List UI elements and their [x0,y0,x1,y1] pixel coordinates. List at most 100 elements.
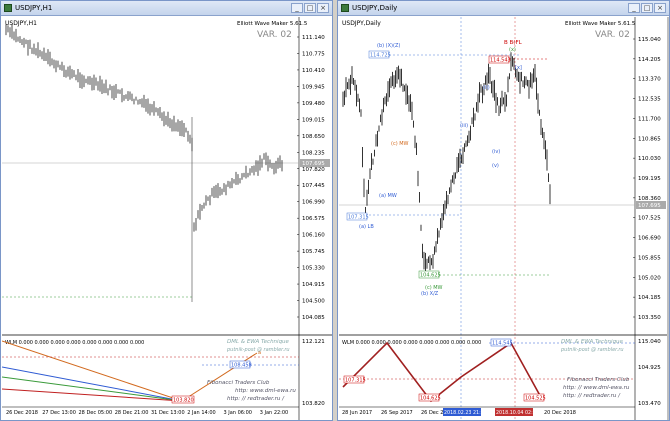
sub-value-2: 103.820 [173,398,194,404]
date-tick-label: 2 Jan 14:00 [187,410,215,416]
price-tick-label: 110.775 [302,51,325,57]
wave-line [2,388,183,402]
sub-label: WLM 0.000 0.000 0.000 0.000 0.000 0.000 … [342,340,481,346]
price-tick-label: 105.330 [302,266,325,272]
wave-line [2,366,183,402]
date-tick-label: 26 Dec 2018 [6,410,38,416]
price-tick-label: 104.500 [302,299,325,305]
date-tick-label: 3 Jan 06:00 [224,410,252,416]
price-tick-label: 104.085 [302,315,325,321]
price-tick-label: 110.030 [638,156,661,162]
sub-price-top: 112.121 [302,339,325,345]
sub-value-4: 104.525 [525,396,546,402]
price-tick-label: 111.700 [638,116,661,122]
price-tick-label: 110.865 [638,136,661,142]
candles [342,52,551,275]
price-tick-label: 106.690 [638,236,661,242]
maximize-button[interactable]: □ [304,3,316,13]
price-tick-label: 111.140 [302,35,325,41]
level-value-1: 114.725 [370,53,391,59]
current-price-value: 107.695 [302,161,325,167]
credit-1: DML & EWA Technique [561,339,624,345]
price-tick-label: 113.370 [638,77,661,83]
wave-label-b-xz-2: (b) X/Z [421,291,439,297]
wave-label-b-xz: (b) (X)(Z) [377,43,400,49]
price-tick-label: 108.650 [302,134,325,140]
sub-value-2: 107.315 [345,378,366,384]
price-tick-label: 115.040 [638,37,661,43]
minimize-button[interactable]: _ [291,3,303,13]
title-bar[interactable]: USDJPY,H1 _ □ × [1,1,332,16]
price-axis: 115.040 114.205 113.370 112.535 111.700 110.8… [633,37,661,321]
date-highlight-1-text: 2018.02.23 21:00 [444,410,487,416]
wave-label-iii: (iii) [460,123,468,129]
sub-value-1: 108.458 [231,363,252,369]
credit-4: http: // www.dml-ewa.ru [563,385,630,391]
scrollbar[interactable] [667,17,669,420]
chart-icon [4,4,12,12]
chart-symbol-label: USDJPY,Daily [342,20,381,27]
sub-label: WLM 0.000 0.000 0.000 0.000 0.000 0.000 … [5,340,144,346]
wave-line [2,376,183,402]
date-tick-label: 28 Dec 05:00 [79,410,113,416]
date-tick-label: 3 Jan 22:00 [260,410,288,416]
price-tick-label: 108.235 [302,150,325,156]
wave-label-iv: (iv) [492,149,500,155]
price-tick-label: 106.575 [302,216,325,222]
date-tick-label: 27 Dec 13:00 [42,410,76,416]
sub-price-mid: 104.925 [638,365,661,371]
price-tick-label: 105.745 [302,249,325,255]
version-label: VAR. 02 [595,30,630,40]
credit-3: Fibonacci Traders Club [207,380,270,386]
date-tick-label: 28 Jun 2017 [342,410,372,416]
price-chart[interactable]: USDJPY,Daily Elliott Wave Maker 5.61.5 V… [339,17,669,420]
credit-5: http: // redtrader.ru / [227,396,285,402]
indicator-name: Elliott Wave Maker 5.61.5 [565,21,636,27]
date-highlight-2-text: 2018.10.04 02:00 [496,410,539,416]
date-axis: 26 Dec 2018 27 Dec 13:00 28 Dec 05:00 28 De… [6,410,288,416]
close-button[interactable]: × [654,3,666,13]
price-tick-label: 107.820 [302,167,325,173]
price-tick-label: 105.855 [638,255,661,261]
level-value-2: 107.315 [348,215,369,221]
credit-2: putnik-post @ rambler.ru [226,347,290,353]
price-tick-label: 107.445 [302,183,325,189]
price-tick-label: 112.535 [638,97,661,103]
wave-label-x: (x) [509,47,516,53]
chart-window-h1[interactable]: USDJPY,H1 _ □ × USDJPY,H1 Elliott Wave M… [0,0,333,421]
credit-5: http: // redtrader.ru / [563,393,621,399]
wave-label-c-mw-2: (c) MW [425,285,443,291]
date-tick-label: 26 Sep 2017 [381,410,413,416]
sub-value-3: 104.625 [420,396,441,402]
wave-label-b-fl: B B(FL [504,40,523,46]
minimize-button[interactable]: _ [628,3,640,13]
price-tick-label: 109.015 [302,117,325,123]
wave-zigzag [342,341,544,403]
level-value-3: 114.543 [490,58,511,64]
title-bar[interactable]: USDJPY,Daily _ □ × [338,1,669,16]
price-chart[interactable]: USDJPY,H1 Elliott Wave Maker 5.61.5 VAR.… [2,17,332,420]
chart-window-daily[interactable]: USDJPY,Daily _ □ × USDJPY,Daily Elliott … [337,0,670,421]
chart-icon [341,4,349,12]
candles [5,24,283,232]
close-button[interactable]: × [317,3,329,13]
price-tick-label: 114.205 [638,57,661,63]
window-title: USDJPY,Daily [352,4,398,12]
wave-label-ii: (ii) [483,85,490,91]
price-tick-label: 103.350 [638,315,661,321]
price-tick-label: 107.525 [638,216,661,222]
price-tick-label: 104.185 [638,295,661,301]
credit-4: http: www.dml-ewa.ru [235,388,296,394]
wave-label-c-mw: (c) MW [391,141,409,147]
maximize-button[interactable]: □ [641,3,653,13]
wave-label-x-2: [x] [515,65,522,71]
price-tick-label: 109.480 [302,101,325,107]
price-tick-label: 109.945 [302,84,325,90]
price-tick-label: 106.990 [302,200,325,206]
date-tick-label: 31 Dec 13:00 [151,410,185,416]
indicator-name: Elliott Wave Maker 5.61.5 [237,21,308,27]
credit-1: DML & EWA Technique [227,339,290,345]
chart-symbol-label: USDJPY,H1 [5,20,37,27]
price-tick-label: 110.410 [302,68,325,74]
version-label: VAR. 02 [257,30,292,40]
